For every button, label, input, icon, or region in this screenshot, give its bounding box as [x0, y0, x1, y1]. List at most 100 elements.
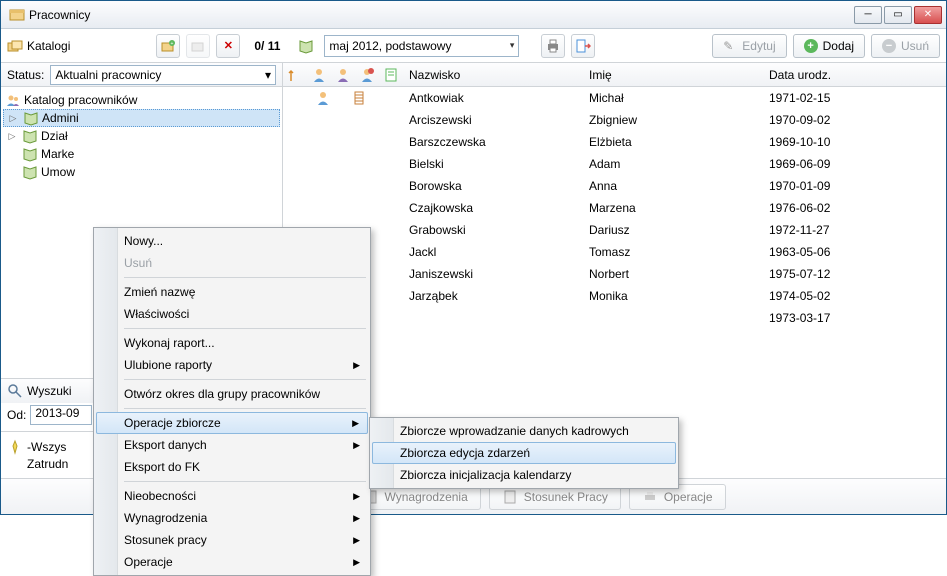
col-data[interactable]: Data urodz. — [763, 63, 946, 86]
submenu-arrow-icon: ▶ — [353, 535, 360, 546]
cell-data: 1974-05-02 — [763, 289, 946, 303]
pin-icon — [7, 439, 23, 455]
context-submenu: Zbiorcze wprowadzanie danych kadrowychZb… — [369, 417, 679, 489]
cell-nazwisko: Borowska — [403, 179, 583, 193]
close-button[interactable]: ✕ — [914, 6, 942, 24]
cell-imie: Norbert — [583, 267, 763, 281]
folders-icon — [7, 38, 23, 54]
col-warn-icon[interactable] — [355, 63, 379, 86]
print-button[interactable] — [541, 34, 565, 58]
cell-nazwisko: Bielski — [403, 157, 583, 171]
menu-item: Usuń — [96, 252, 368, 274]
tree-item-admin[interactable]: ▷ Admini — [3, 109, 280, 127]
date-from-input[interactable]: 2013-09 — [30, 405, 92, 425]
menu-item[interactable]: Wykonaj raport... — [96, 332, 368, 354]
submenu-arrow-icon: ▶ — [352, 418, 359, 429]
table-row[interactable]: BarszczewskaElżbieta1969-10-10 — [283, 131, 946, 153]
col-person2-icon[interactable] — [331, 63, 355, 86]
cell-imie: Michał — [583, 91, 763, 105]
tree-root[interactable]: Katalog pracowników — [3, 91, 280, 109]
remove-button[interactable]: − Usuń — [871, 34, 940, 58]
tree-item[interactable]: Marke — [3, 145, 280, 163]
menu-item[interactable]: Eksport do FK — [96, 456, 368, 478]
period-book-icon[interactable] — [294, 34, 318, 58]
table-row[interactable]: AntkowiakMichał1971-02-15 — [283, 87, 946, 109]
submenu-item[interactable]: Zbiorcza edycja zdarzeń — [372, 442, 676, 464]
folder-add-button[interactable]: + — [156, 34, 180, 58]
table-row[interactable]: 1973-03-17 — [283, 307, 946, 329]
book-icon — [23, 110, 39, 126]
cell-nazwisko: Arciszewski — [403, 113, 583, 127]
cell-data: 1963-05-06 — [763, 245, 946, 259]
table-row[interactable]: JacklTomasz1963-05-06 — [283, 241, 946, 263]
status-select[interactable]: Aktualni pracownicy ▾ — [50, 65, 276, 85]
app-icon — [9, 7, 25, 23]
period-select[interactable]: maj 2012, podstawowy ▾ — [324, 35, 519, 57]
menu-item[interactable]: Nowy... — [96, 230, 368, 252]
cell-nazwisko: Jackl — [403, 245, 583, 259]
cell-nazwisko: Czajkowska — [403, 201, 583, 215]
submenu-arrow-icon: ▶ — [353, 513, 360, 524]
table-row[interactable]: BielskiAdam1969-06-09 — [283, 153, 946, 175]
export-button[interactable] — [571, 34, 595, 58]
menu-item[interactable]: Nieobecności▶ — [96, 485, 368, 507]
tree-item[interactable]: ▷ Dział — [3, 127, 280, 145]
folder-open-button[interactable] — [186, 34, 210, 58]
main-toolbar: Katalogi + ✕ 0/ 11 maj 2012, podstawowy … — [1, 29, 946, 63]
col-imie[interactable]: Imię — [583, 63, 763, 86]
cell-data: 1970-01-09 — [763, 179, 946, 193]
col-sort-icon[interactable] — [283, 63, 307, 86]
submenu-arrow-icon: ▶ — [353, 440, 360, 451]
maximize-button[interactable]: ▭ — [884, 6, 912, 24]
cell-data: 1971-02-15 — [763, 91, 946, 105]
film-icon — [351, 90, 367, 106]
table-row[interactable]: CzajkowskaMarzena1976-06-02 — [283, 197, 946, 219]
cell-imie: Zbigniew — [583, 113, 763, 127]
minimize-button[interactable]: ─ — [854, 6, 882, 24]
add-button[interactable]: + Dodaj — [793, 34, 865, 58]
cell-data: 1970-09-02 — [763, 113, 946, 127]
people-icon — [5, 92, 21, 108]
status-label: Status: — [7, 68, 44, 82]
menu-item[interactable]: Otwórz okres dla grupy pracowników — [96, 383, 368, 405]
menu-item[interactable]: Ulubione raporty▶ — [96, 354, 368, 376]
context-menu: Nowy...Usuń Zmień nazwęWłaściwości Wykonaj… — [93, 227, 371, 576]
submenu-item[interactable]: Zbiorcze wprowadzanie danych kadrowych — [372, 420, 676, 442]
menu-item[interactable]: Właściwości — [96, 303, 368, 325]
menu-item[interactable]: Stosunek pracy▶ — [96, 529, 368, 551]
cell-imie: Monika — [583, 289, 763, 303]
expand-icon[interactable]: ▷ — [5, 131, 19, 142]
table-row[interactable]: JarząbekMonika1974-05-02 — [283, 285, 946, 307]
submenu-item[interactable]: Zbiorcza inicjalizacja kalendarzy — [372, 464, 676, 486]
table-row[interactable]: GrabowskiDariusz1972-11-27 — [283, 219, 946, 241]
status-value: Aktualni pracownicy — [55, 68, 161, 82]
table-row[interactable]: BorowskaAnna1970-01-09 — [283, 175, 946, 197]
magnifier-icon — [7, 383, 23, 399]
menu-item[interactable]: Operacje▶ — [96, 551, 368, 573]
menu-item[interactable]: Zmień nazwę — [96, 281, 368, 303]
menu-item[interactable]: Operacje zbiorcze▶ — [96, 412, 368, 434]
tree-item[interactable]: Umow — [3, 163, 280, 181]
book-icon — [22, 146, 38, 162]
cell-nazwisko: Jarząbek — [403, 289, 583, 303]
cell-nazwisko: Antkowiak — [403, 91, 583, 105]
page-indicator: 0/ 11 — [246, 39, 288, 53]
menu-item[interactable]: Eksport danych▶ — [96, 434, 368, 456]
menu-item[interactable]: Wynagrodzenia▶ — [96, 507, 368, 529]
cell-nazwisko: Grabowski — [403, 223, 583, 237]
svg-text:+: + — [171, 41, 174, 47]
table-row[interactable]: ArciszewskiZbigniew1970-09-02 — [283, 109, 946, 131]
expand-icon[interactable]: ▷ — [6, 113, 20, 124]
dropdown-arrow-icon: ▾ — [265, 68, 271, 82]
table-row[interactable]: JaniszewskiNorbert1975-07-12 — [283, 263, 946, 285]
cell-imie: Dariusz — [583, 223, 763, 237]
book-icon — [22, 128, 38, 144]
edit-button[interactable]: ✎ Edytuj — [712, 34, 786, 58]
col-person-icon[interactable] — [307, 63, 331, 86]
col-nazwisko[interactable]: Nazwisko — [403, 63, 583, 86]
window-title: Pracownicy — [29, 8, 90, 22]
col-form-icon[interactable] — [379, 63, 403, 86]
cell-data: 1969-10-10 — [763, 135, 946, 149]
delete-button[interactable]: ✕ — [216, 34, 240, 58]
cell-data: 1972-11-27 — [763, 223, 946, 237]
